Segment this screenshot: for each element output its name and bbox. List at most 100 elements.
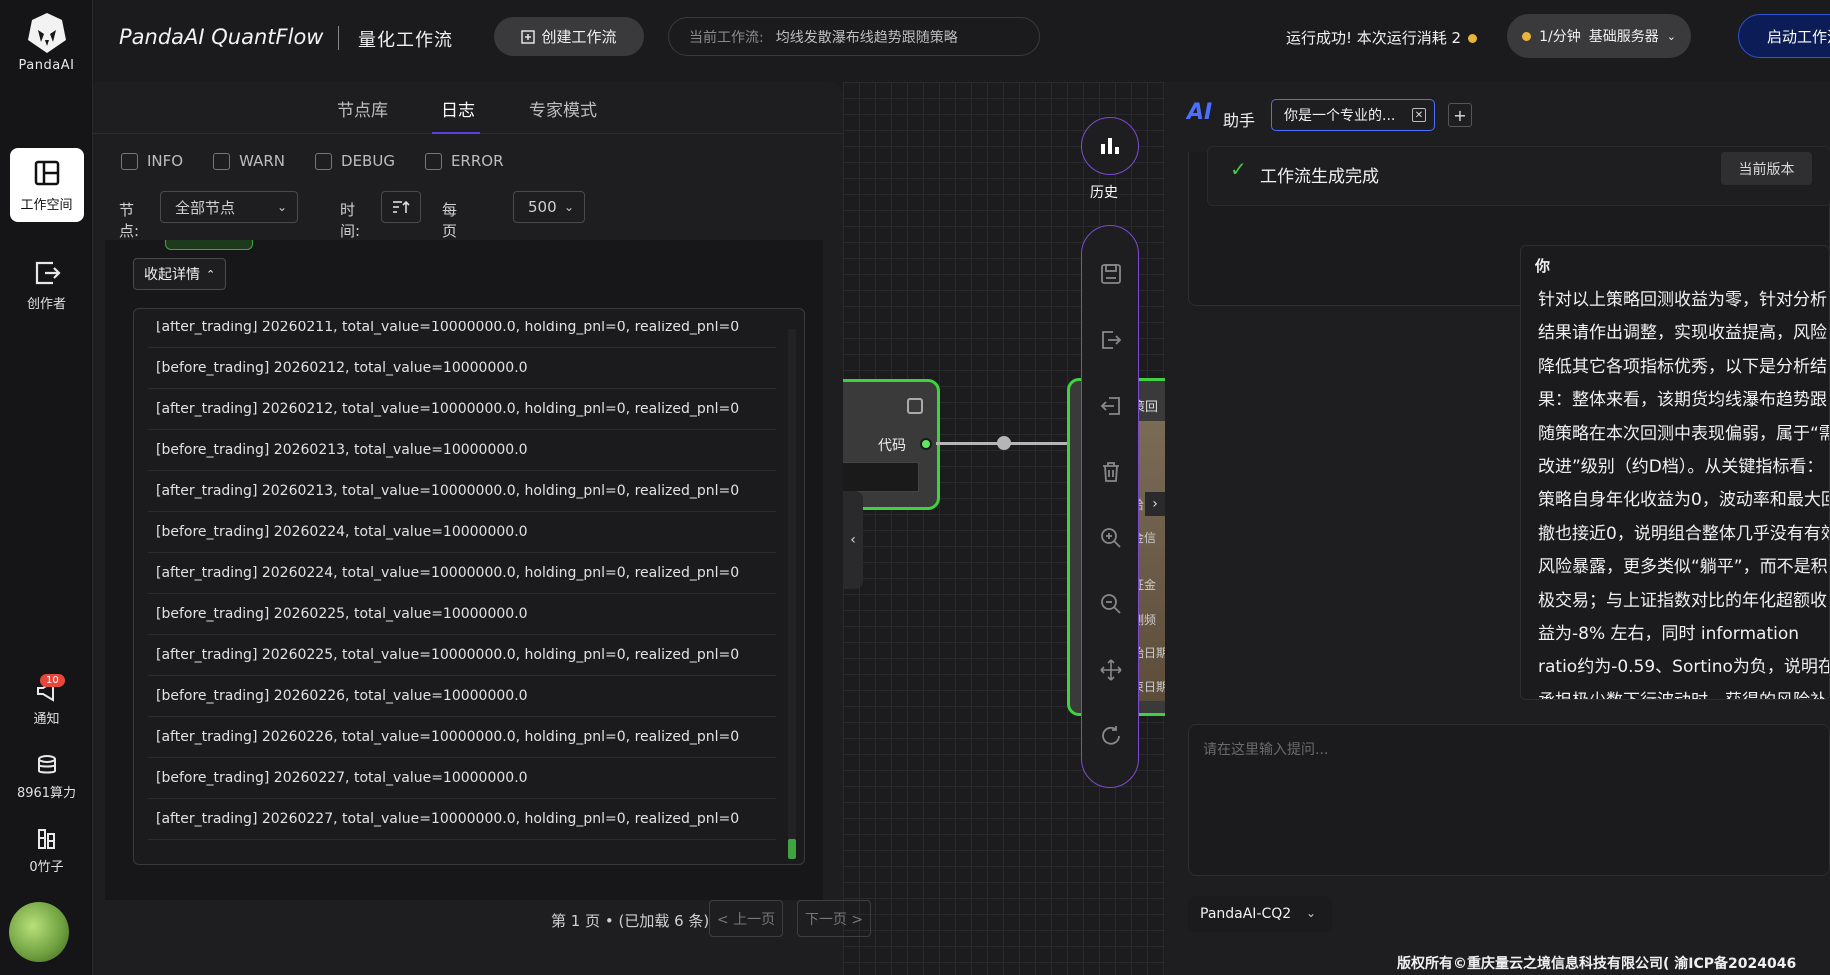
start-workflow-button[interactable]: 启动工作流 bbox=[1738, 14, 1830, 58]
run-status-text: 运行成功! 本次运行消耗 2 bbox=[1286, 29, 1462, 47]
collapse-details-button[interactable]: 收起详情 ⌃ bbox=[133, 258, 227, 290]
database-icon bbox=[37, 755, 56, 774]
edit-icon[interactable] bbox=[907, 398, 923, 414]
node-port-label: 代码 bbox=[878, 438, 906, 454]
create-workflow-button[interactable]: 创建工作流 bbox=[494, 17, 644, 56]
close-icon[interactable]: ✕ bbox=[1412, 108, 1426, 122]
scrollbar[interactable] bbox=[788, 329, 796, 849]
refresh-icon[interactable] bbox=[1099, 724, 1123, 748]
brand-logo[interactable]: PandaAI bbox=[0, 10, 93, 73]
ai-header: AI 助手 你是一个专业的... ✕ + bbox=[1165, 82, 1830, 152]
current-version-button[interactable]: 当前版本 bbox=[1721, 152, 1812, 185]
collapse-label: 收起详情 bbox=[144, 267, 200, 283]
bar-chart-icon bbox=[1101, 138, 1119, 154]
save-icon[interactable] bbox=[1099, 262, 1123, 286]
prev-page-button[interactable]: < 上一页 bbox=[709, 900, 783, 937]
import-icon[interactable] bbox=[1099, 394, 1123, 418]
chat-input-box[interactable] bbox=[1188, 724, 1830, 876]
sidebar-item-notify[interactable]: 10 通知 bbox=[0, 674, 93, 727]
top-bar: PandaAI QuantFlow 量化工作流 创建工作流 当前工作流: 均线发… bbox=[93, 0, 1830, 75]
page-size-value: 500 bbox=[528, 198, 557, 216]
tab-node-library[interactable]: 节点库 bbox=[337, 96, 388, 121]
checkbox[interactable] bbox=[315, 152, 333, 170]
chevron-down-icon: ⌄ bbox=[563, 200, 574, 214]
new-conversation-button[interactable]: + bbox=[1448, 103, 1472, 127]
checkbox[interactable] bbox=[121, 152, 138, 170]
server-label: 基础服务器 bbox=[1588, 29, 1659, 45]
run-status: 运行成功! 本次运行消耗 2 bbox=[1286, 27, 1477, 48]
checkbox[interactable] bbox=[213, 152, 231, 170]
conversation-tab[interactable]: 你是一个专业的... ✕ bbox=[1271, 99, 1435, 131]
filter-debug[interactable]: DEBUG bbox=[315, 152, 395, 170]
log-line: [after_trading] 20260213, total_value=10… bbox=[148, 471, 776, 512]
filter-info[interactable]: INFO bbox=[121, 152, 183, 170]
trash-icon[interactable] bbox=[1099, 460, 1123, 484]
server-select[interactable]: 1/分钟 基础服务器 ⌄ bbox=[1507, 14, 1691, 58]
sidebar-item-label: 通知 bbox=[33, 712, 60, 727]
log-detail-box: [after_trading] 20260211, total_value=10… bbox=[133, 308, 805, 865]
edge-handle[interactable] bbox=[997, 436, 1011, 450]
sidebar-item-workspace[interactable]: 工作空间 bbox=[0, 148, 93, 222]
filter-error[interactable]: ERROR bbox=[424, 152, 504, 170]
brand-subtitle: 量化工作流 bbox=[358, 30, 453, 51]
log-line: [before_trading] 20260225, total_value=1… bbox=[148, 594, 776, 635]
avatar[interactable] bbox=[9, 902, 69, 962]
node-select[interactable]: 全部节点 ⌄ bbox=[160, 191, 298, 223]
copyright: 版权所有©重庆量云之境信息科技有限公司( 渝ICP备2024046 bbox=[1397, 956, 1797, 972]
next-page-button[interactable]: 下一页 > bbox=[797, 900, 871, 937]
log-panel: 节点库 日志 专家模式 INFO WARN DEBUG ERROR 节点: 全部… bbox=[93, 82, 871, 975]
zoom-in-icon[interactable] bbox=[1099, 526, 1123, 550]
log-line: [before_trading] 20260213, total_value=1… bbox=[148, 430, 776, 471]
sort-time-button[interactable] bbox=[381, 191, 421, 223]
move-icon[interactable] bbox=[1099, 658, 1123, 682]
chevron-left-icon[interactable]: ‹ bbox=[843, 491, 863, 589]
filter-label: INFO bbox=[147, 152, 184, 170]
zoom-out-icon[interactable] bbox=[1099, 592, 1123, 616]
chevron-down-icon: ⌄ bbox=[276, 200, 287, 214]
coin-icon bbox=[1467, 34, 1477, 43]
output-port[interactable] bbox=[920, 438, 932, 450]
conversation-tab-label: 你是一个专业的... bbox=[1284, 108, 1396, 124]
chevron-up-icon: ⌃ bbox=[206, 267, 216, 281]
model-select[interactable]: PandaAI-CQ2 ⌄ bbox=[1188, 896, 1332, 932]
create-workflow-label: 创建工作流 bbox=[541, 28, 617, 46]
page-size-select[interactable]: 500 ⌄ bbox=[513, 191, 585, 223]
scrollbar-thumb[interactable] bbox=[788, 839, 796, 859]
chevron-right-icon[interactable]: › bbox=[1145, 492, 1165, 516]
bamboo-icon bbox=[37, 829, 55, 849]
filter-label: DEBUG bbox=[341, 152, 395, 170]
notify-badge: 10 bbox=[40, 674, 65, 687]
current-workflow-field[interactable]: 当前工作流: 均线发散瀑布线趋势跟随策略 bbox=[668, 17, 1040, 56]
tab-expert-mode[interactable]: 专家模式 bbox=[529, 96, 597, 121]
history-button[interactable] bbox=[1081, 117, 1139, 175]
coin-icon bbox=[1522, 31, 1532, 41]
workflow-done-text: 工作流生成完成 bbox=[1260, 167, 1379, 187]
panel-tabs: 节点库 日志 专家模式 bbox=[93, 82, 843, 134]
ai-title: 助手 bbox=[1223, 111, 1256, 130]
sidebar-item-label: 0竹子 bbox=[29, 860, 64, 875]
log-list[interactable]: 收起详情 ⌃ [after_trading] 20260211, total_v… bbox=[105, 240, 823, 900]
sidebar-item-compute[interactable]: 8961算力 bbox=[0, 754, 93, 801]
log-line: [before_trading] 20260226, total_value=1… bbox=[148, 676, 776, 717]
sidebar-item-bamboo[interactable]: 0竹子 bbox=[0, 828, 93, 875]
node-label: 节点: bbox=[119, 201, 140, 240]
panda-logo-icon bbox=[27, 13, 66, 53]
chat-input[interactable] bbox=[1203, 739, 1803, 859]
sidebar-item-label: 工作空间 bbox=[20, 198, 73, 213]
exit-square-icon bbox=[35, 261, 61, 285]
log-line: [after_trading] 20260226, total_value=10… bbox=[148, 717, 776, 758]
log-line: [after_trading] 20260224, total_value=10… bbox=[148, 553, 776, 594]
tab-logs[interactable]: 日志 bbox=[441, 96, 475, 121]
user-message-text: 针对以上策略回测收益为零，针对分析结果请作出调整，实现收益提高，风险降低其它各项… bbox=[1538, 290, 1830, 699]
sidebar-item-label: 创作者 bbox=[26, 297, 66, 312]
sidebar-item-creator[interactable]: 创作者 bbox=[0, 259, 93, 312]
filter-warn[interactable]: WARN bbox=[213, 152, 285, 170]
rate-label: 1/分钟 bbox=[1539, 29, 1581, 45]
log-line: [before_trading] 20260224, total_value=1… bbox=[148, 512, 776, 553]
node-tag bbox=[165, 240, 253, 250]
log-line: [after_trading] 20260211, total_value=10… bbox=[148, 321, 776, 348]
checkbox[interactable] bbox=[424, 152, 442, 170]
left-sidebar: PandaAI 工作空间 创作者 10 通知 8961算力 0竹子 bbox=[0, 0, 93, 975]
export-icon[interactable] bbox=[1099, 328, 1123, 352]
chevron-down-icon: ⌄ bbox=[1666, 29, 1676, 43]
